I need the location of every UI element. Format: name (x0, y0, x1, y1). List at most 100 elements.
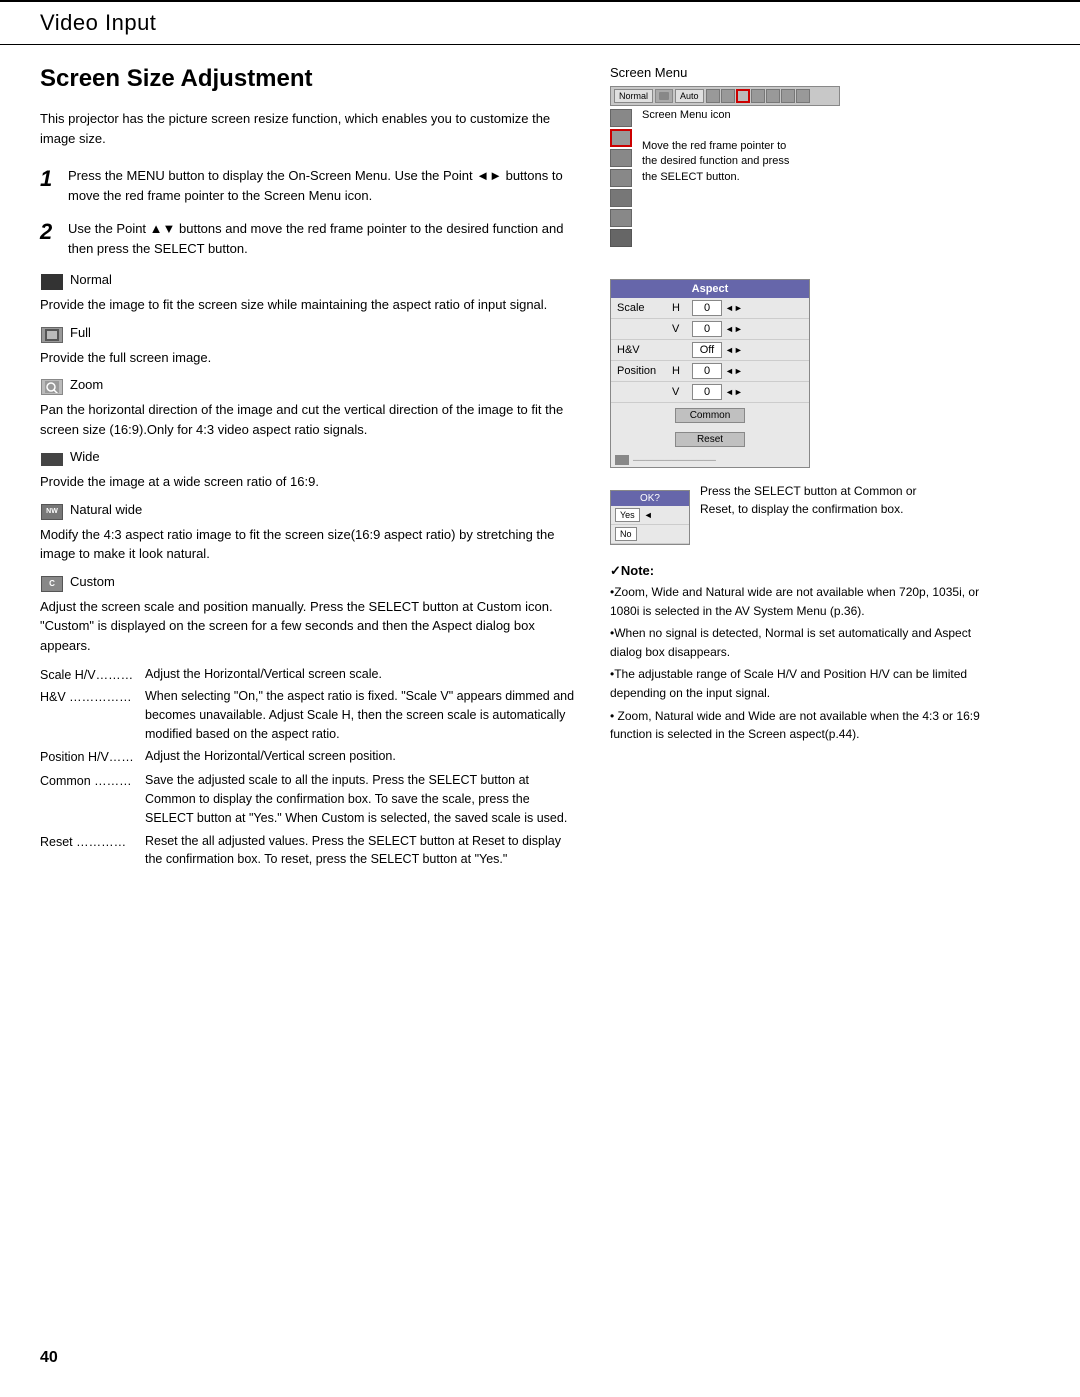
callout-block: Screen Menu icon Move the red frame poin… (642, 109, 802, 185)
wide-desc: Provide the image at a wide screen ratio… (40, 472, 580, 492)
scale-val-2: Adjust the Horizontal/Vertical screen po… (145, 747, 580, 766)
full-icon (40, 326, 64, 344)
aspect-pos-v-row: V 0 ◄► (611, 382, 809, 403)
scale-val-1: When selecting "On," the aspect ratio is… (145, 687, 580, 743)
page-number: 40 (40, 1349, 58, 1367)
step-2: 2 Use the Point ▲▼ buttons and move the … (40, 219, 580, 258)
scale-row-4: Reset ………… Reset the all adjusted values… (40, 832, 580, 870)
custom-label: Custom (70, 574, 115, 589)
right-column: Screen Menu Normal Auto (600, 65, 980, 871)
common-button[interactable]: Common (675, 408, 745, 423)
normal-item: Normal (40, 272, 580, 291)
step-2-number: 2 (40, 219, 68, 245)
normal-label: Normal (70, 272, 112, 287)
aspect-dialog: Aspect Scale H 0 ◄► V 0 ◄► H&V Off ◄► (610, 279, 810, 468)
left-column: Screen Size Adjustment This projector ha… (40, 65, 600, 871)
scale-row-2: Position H/V…… Adjust the Horizontal/Ver… (40, 747, 580, 767)
step-2-text: Use the Point ▲▼ buttons and move the re… (68, 219, 580, 258)
reset-button[interactable]: Reset (675, 432, 745, 447)
aspect-bottom-icon-row: ───────────── (611, 453, 809, 467)
scale-val-4: Reset the all adjusted values. Press the… (145, 832, 580, 870)
zoom-item: Zoom (40, 377, 580, 396)
aspect-pos-v-value: 0 (692, 384, 722, 400)
header-bar: Video Input (0, 0, 1080, 45)
full-label: Full (70, 325, 91, 340)
wide-label: Wide (70, 449, 100, 464)
normal-icon (40, 273, 64, 291)
ok-title: OK? (611, 491, 689, 506)
screen-menu-label: Screen Menu (610, 65, 980, 80)
scale-key-2: Position H/V…… (40, 747, 145, 767)
note-1: •When no signal is detected, Normal is s… (610, 624, 980, 661)
zoom-label: Zoom (70, 377, 103, 392)
scale-key-0: Scale H/V……… (40, 665, 145, 685)
no-button[interactable]: No (615, 527, 637, 541)
no-row: No (611, 525, 689, 544)
step-1-number: 1 (40, 166, 68, 192)
scale-row-3: Common ……… Save the adjusted scale to al… (40, 771, 580, 827)
reset-btn-row: Reset (611, 428, 809, 453)
ok-callout-text: Press the SELECT button at Common or Res… (700, 482, 920, 518)
aspect-hv-label: H&V (617, 344, 672, 356)
wide-icon (40, 450, 64, 468)
custom-desc: Adjust the screen scale and position man… (40, 597, 580, 656)
intro-text: This projector has the picture screen re… (40, 109, 580, 148)
aspect-pos-v-arrow: ◄► (725, 387, 743, 397)
scale-table: Scale H/V……… Adjust the Horizontal/Verti… (40, 665, 580, 869)
custom-item: C Custom (40, 574, 580, 593)
screen-menu-icon-label: Screen Menu icon (642, 109, 802, 121)
menu-visual: Normal Auto (610, 86, 840, 249)
aspect-scale-v-row: V 0 ◄► (611, 319, 809, 340)
header-title: Video Input (40, 10, 156, 35)
ok-arrow: ◄ (644, 510, 653, 520)
aspect-scale-h-row: Scale H 0 ◄► (611, 298, 809, 319)
aspect-pos-v-label: V (672, 386, 692, 398)
aspect-hv-row: H&V Off ◄► (611, 340, 809, 361)
scale-key-1: H&V …………… (40, 687, 145, 707)
step-1: 1 Press the MENU button to display the O… (40, 166, 580, 205)
aspect-hv-arrow: ◄► (725, 345, 743, 355)
natural-wide-label: Natural wide (70, 502, 142, 517)
note-section: ✓Note: •Zoom, Wide and Natural wide are … (610, 563, 980, 744)
aspect-bottom-text: ───────────── (633, 455, 716, 465)
note-0: •Zoom, Wide and Natural wide are not ava… (610, 583, 980, 620)
natural-wide-icon: NW (40, 503, 64, 521)
ok-dialog: OK? Yes ◄ No (610, 490, 690, 545)
natural-wide-desc: Modify the 4:3 aspect ratio image to fit… (40, 525, 580, 564)
aspect-pos-h-label: H (672, 365, 692, 377)
aspect-title: Aspect (611, 280, 809, 298)
scale-val-3: Save the adjusted scale to all the input… (145, 771, 580, 827)
full-desc: Provide the full screen image. (40, 348, 580, 368)
aspect-pos-label: Position (617, 365, 672, 377)
scale-row-1: H&V …………… When selecting "On," the aspec… (40, 687, 580, 743)
side-icons (610, 109, 632, 249)
aspect-hv-value: Off (692, 342, 722, 358)
note-2: •The adjustable range of Scale H/V and P… (610, 665, 980, 702)
scale-val-0: Adjust the Horizontal/Vertical screen sc… (145, 665, 580, 684)
step-1-text: Press the MENU button to display the On-… (68, 166, 580, 205)
aspect-v-label: V (672, 323, 692, 335)
note-title: ✓Note: (610, 563, 980, 579)
zoom-icon (40, 378, 64, 396)
scale-key-4: Reset ………… (40, 832, 145, 852)
scale-row-0: Scale H/V……… Adjust the Horizontal/Verti… (40, 665, 580, 685)
aspect-scale-v-value: 0 (692, 321, 722, 337)
yes-button[interactable]: Yes (615, 508, 640, 522)
aspect-scale-h-arrow: ◄► (725, 303, 743, 313)
aspect-h-label: H (672, 302, 692, 314)
normal-desc: Provide the image to fit the screen size… (40, 295, 580, 315)
ok-dialog-wrapper: OK? Yes ◄ No (610, 482, 690, 545)
page-title: Screen Size Adjustment (40, 65, 580, 93)
aspect-pos-h-arrow: ◄► (725, 366, 743, 376)
note-3: • Zoom, Natural wide and Wide are not av… (610, 707, 980, 744)
aspect-pos-h-row: Position H 0 ◄► (611, 361, 809, 382)
move-desc: Move the red frame pointer to the desire… (642, 139, 802, 185)
custom-icon: C (40, 575, 64, 593)
main-content: Screen Size Adjustment This projector ha… (0, 45, 1080, 911)
natural-wide-item: NW Natural wide (40, 502, 580, 521)
full-item: Full (40, 325, 580, 344)
aspect-pos-h-value: 0 (692, 363, 722, 379)
aspect-small-icon (615, 455, 629, 465)
aspect-scale-v-arrow: ◄► (725, 324, 743, 334)
screen-menu-diagram: Normal Auto (610, 86, 870, 249)
